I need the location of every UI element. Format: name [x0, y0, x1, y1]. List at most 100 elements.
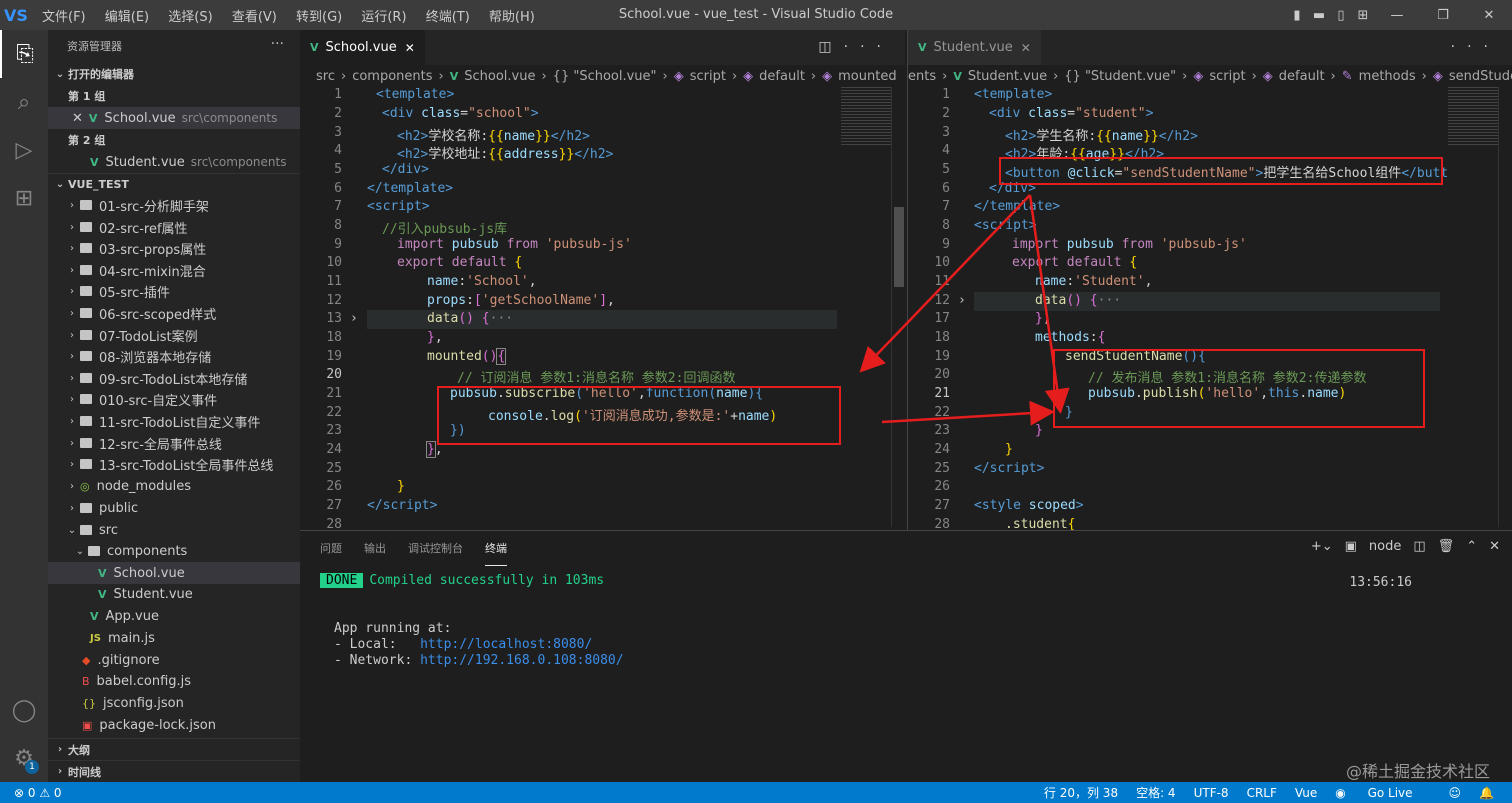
menu-view[interactable]: 查看(V): [232, 10, 277, 25]
crumb-item[interactable]: Student.vue: [968, 69, 1047, 84]
folder-row[interactable]: › 010-src-自定义事件: [48, 388, 300, 410]
folder-row[interactable]: › 03-src-props属性: [48, 237, 300, 259]
menu-edit[interactable]: 编辑(E): [105, 10, 149, 25]
folder-row[interactable]: ⌄ src: [48, 519, 300, 541]
tab-student-vue[interactable]: V Student.vue ✕: [908, 30, 1041, 65]
file-row-school[interactable]: V School.vue: [48, 562, 300, 584]
network-url-link[interactable]: http://192.168.0.108:8080/: [420, 653, 624, 668]
explorer-icon[interactable]: ⎘: [0, 30, 48, 78]
search-icon[interactable]: ⌕: [0, 78, 48, 126]
folder-row[interactable]: › 06-src-scoped样式: [48, 302, 300, 324]
menu-help[interactable]: 帮助(H): [489, 10, 535, 25]
minimap[interactable]: [841, 87, 891, 147]
close-panel-icon[interactable]: ✕: [1489, 539, 1500, 554]
line-ending[interactable]: CRLF: [1247, 786, 1277, 800]
terminal-output[interactable]: DONE Compiled successfully in 103ms App r…: [320, 573, 624, 669]
encoding[interactable]: UTF-8: [1194, 786, 1229, 800]
folder-row[interactable]: › 05-src-插件: [48, 280, 300, 302]
maximize-panel-icon[interactable]: ⌃: [1466, 539, 1477, 554]
file-row-student[interactable]: V Student.vue: [48, 583, 300, 605]
minimize-icon[interactable]: —: [1374, 8, 1420, 23]
file-row-main[interactable]: JS main.js: [48, 627, 300, 649]
notifications-icon[interactable]: 🔔: [1479, 786, 1494, 800]
folder-row[interactable]: › 13-src-TodoList全局事件总线: [48, 453, 300, 475]
menu-terminal[interactable]: 终端(T): [426, 10, 470, 25]
local-url-link[interactable]: http://localhost:8080/: [420, 637, 592, 652]
folder-row[interactable]: › 12-src-全局事件总线: [48, 432, 300, 454]
close-icon[interactable]: ✕: [405, 41, 415, 55]
scrollbar[interactable]: [891, 87, 905, 527]
folder-row[interactable]: › public: [48, 497, 300, 519]
project-section[interactable]: ⌄ VUE_TEST: [48, 173, 300, 195]
file-row-gitignore[interactable]: ◆ .gitignore: [48, 649, 300, 671]
tab-debug-console[interactable]: 调试控制台: [408, 531, 463, 566]
tab-output[interactable]: 输出: [364, 531, 386, 566]
feedback-icon[interactable]: ☺: [1449, 786, 1462, 800]
split-editor-icon[interactable]: ◫: [818, 39, 843, 55]
folder-row[interactable]: ⌄ components: [48, 540, 300, 562]
crumb-item[interactable]: sendStudentName: [1449, 69, 1512, 84]
menu-selection[interactable]: 选择(S): [168, 10, 212, 25]
run-debug-icon[interactable]: ▷: [0, 126, 48, 174]
folder-row[interactable]: › 09-src-TodoList本地存储: [48, 367, 300, 389]
tab-terminal[interactable]: 终端: [485, 531, 507, 566]
crumb-item[interactable]: School.vue: [464, 69, 535, 84]
extensions-icon[interactable]: ⊞: [0, 174, 48, 222]
manage-gear-icon[interactable]: ⚙ 1: [0, 734, 48, 782]
fold-chevron-icon[interactable]: ›: [958, 293, 966, 308]
folder-row[interactable]: › 04-src-mixin混合: [48, 259, 300, 281]
menu-go[interactable]: 转到(G): [296, 10, 342, 25]
fold-chevron-icon[interactable]: ›: [350, 311, 358, 326]
close-window-icon[interactable]: ✕: [1466, 8, 1512, 23]
tab-school-vue[interactable]: V School.vue ✕: [300, 30, 425, 65]
scrollbar[interactable]: [1498, 87, 1512, 527]
file-row-package-lock[interactable]: ▣ package-lock.json: [48, 714, 300, 736]
folder-row[interactable]: › ◎ node_modules: [48, 475, 300, 497]
tab-problems[interactable]: 问题: [320, 531, 342, 566]
crumb-item[interactable]: methods: [1359, 69, 1416, 84]
crumb-item[interactable]: ents: [908, 69, 936, 84]
cursor-position[interactable]: 行 20，列 38: [1044, 784, 1118, 801]
crumb-item[interactable]: default: [759, 69, 805, 84]
group-2[interactable]: 第 2 组: [48, 129, 300, 151]
crumb-item[interactable]: mounted: [838, 69, 896, 84]
close-icon[interactable]: ✕: [1021, 41, 1031, 55]
open-editor-school[interactable]: ✕ V School.vue src\components: [48, 107, 300, 129]
problems-indicator[interactable]: ⊗ 0 ⚠ 0: [14, 786, 62, 800]
scrollbar-thumb[interactable]: [894, 207, 904, 287]
crumb-item[interactable]: default: [1279, 69, 1325, 84]
crumb-item[interactable]: script: [1209, 69, 1245, 84]
terminal-name[interactable]: node: [1369, 539, 1401, 554]
account-icon[interactable]: ◯: [0, 686, 48, 734]
layout-icon[interactable]: ⊞: [1352, 8, 1374, 23]
crumb-item[interactable]: components: [352, 69, 432, 84]
menu-file[interactable]: 文件(F): [42, 10, 86, 25]
trash-icon[interactable]: 🗑: [1438, 539, 1455, 554]
split-terminal-icon[interactable]: ◫: [1413, 539, 1425, 554]
crumb-item[interactable]: script: [690, 69, 726, 84]
folder-row[interactable]: › 01-src-分析脚手架: [48, 194, 300, 216]
go-live-button[interactable]: ◉ Go Live: [1335, 786, 1430, 800]
timeline-section[interactable]: › 时间线: [48, 760, 300, 782]
folder-row[interactable]: › 08-浏览器本地存储: [48, 345, 300, 367]
toggle-panel-icon[interactable]: ▬: [1308, 8, 1330, 23]
indentation[interactable]: 空格: 4: [1136, 784, 1176, 801]
crumb-item[interactable]: {} "School.vue": [553, 69, 657, 84]
outline-section[interactable]: › 大纲: [48, 738, 300, 760]
folder-row[interactable]: › 07-TodoList案例: [48, 324, 300, 346]
file-row-jsconfig[interactable]: {} jsconfig.json: [48, 692, 300, 714]
group-1[interactable]: 第 1 组: [48, 85, 300, 107]
open-editors-section[interactable]: ⌄ 打开的编辑器: [48, 63, 300, 85]
file-row-babel[interactable]: Bbabel.config.js: [48, 670, 300, 692]
toggle-sidebar-icon[interactable]: ▮: [1286, 8, 1308, 23]
toggle-secondary-icon[interactable]: ▯: [1330, 8, 1352, 23]
file-row-app[interactable]: V App.vue: [48, 605, 300, 627]
minimap[interactable]: [1448, 87, 1498, 147]
add-terminal-icon[interactable]: +⌄: [1311, 539, 1333, 554]
menu-run[interactable]: 运行(R): [361, 10, 406, 25]
close-icon[interactable]: ✕: [72, 111, 83, 126]
restore-icon[interactable]: ❐: [1420, 8, 1466, 23]
open-editor-student[interactable]: V Student.vue src\components: [48, 151, 300, 173]
folder-row[interactable]: › 11-src-TodoList自定义事件: [48, 410, 300, 432]
crumb-item[interactable]: {} "Student.vue": [1064, 69, 1176, 84]
